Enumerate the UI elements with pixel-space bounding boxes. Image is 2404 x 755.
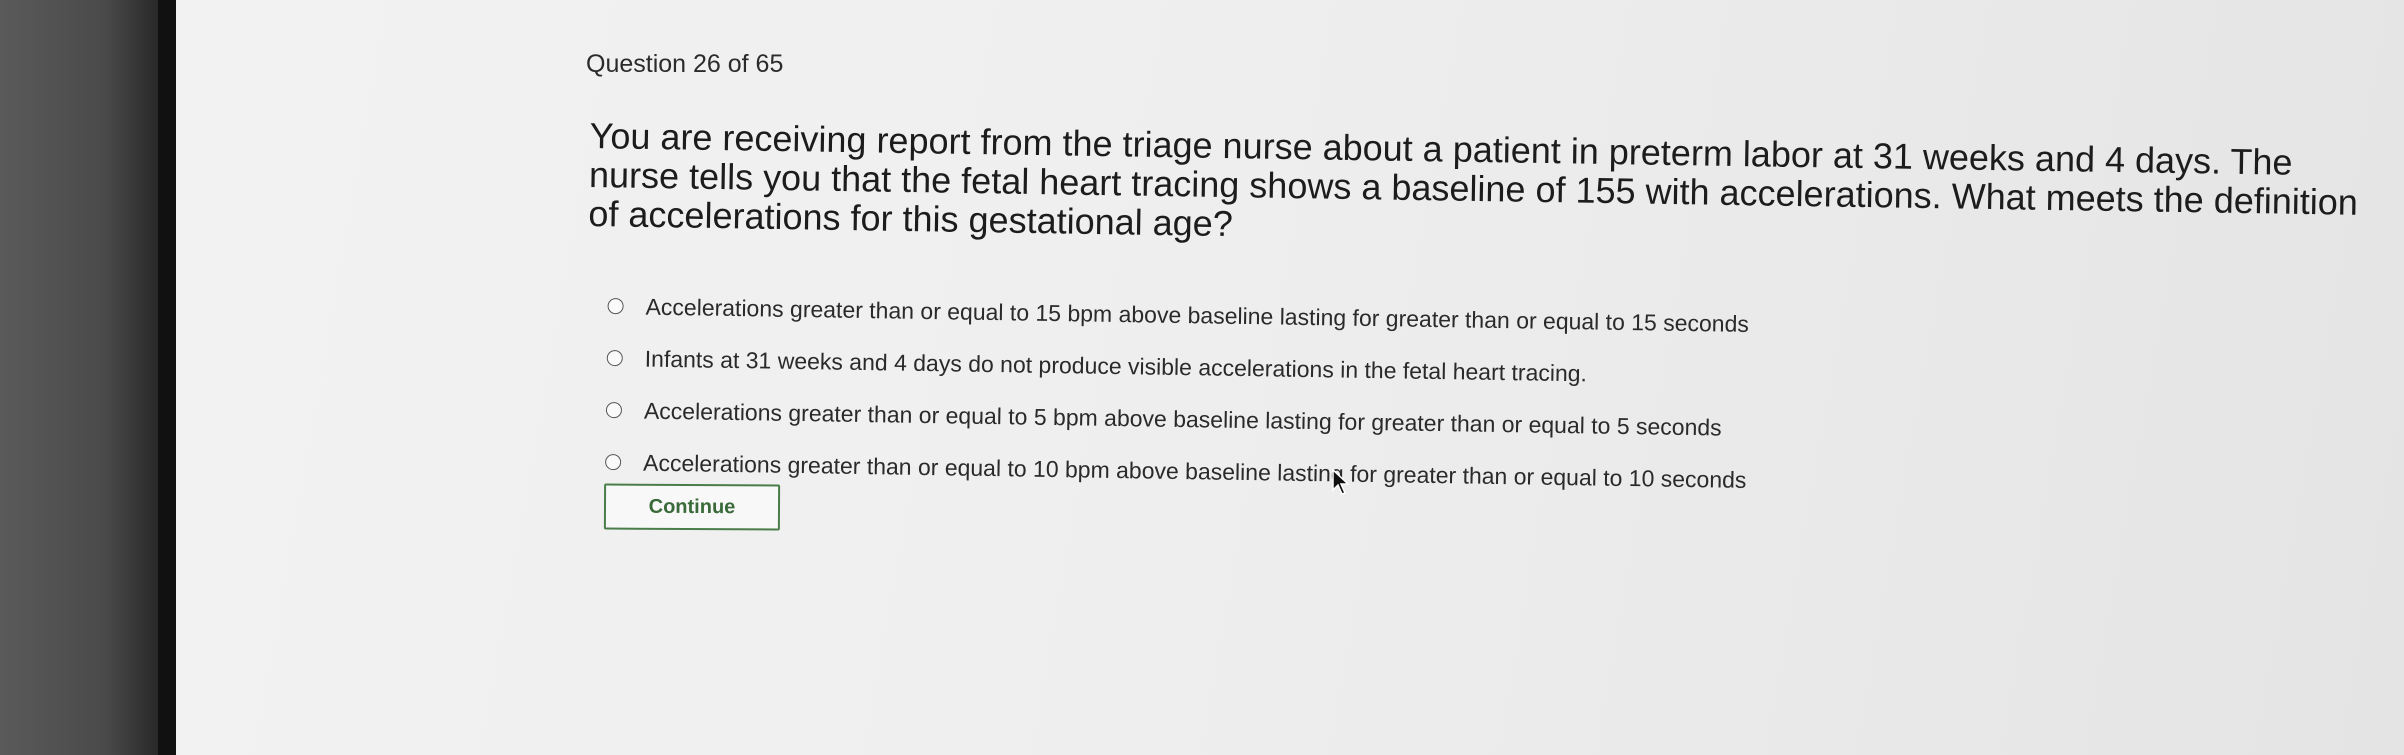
monitor-bezel: [0, 0, 175, 755]
radio-button[interactable]: [605, 401, 623, 419]
continue-button[interactable]: Continue: [603, 483, 781, 531]
answer-options: Accelerations greater than or equal to 1…: [605, 280, 2328, 515]
answer-option-label: Accelerations greater than or equal to 1…: [645, 293, 1750, 337]
question-counter: Question 26 of 65: [586, 50, 784, 78]
answer-option-label: Accelerations greater than or equal to 1…: [642, 449, 1747, 493]
radio-button[interactable]: [607, 297, 624, 315]
screen: Question 26 of 65 You are receiving repo…: [158, 0, 2404, 755]
mouse-pointer-icon: [1332, 468, 1350, 495]
answer-option-label: Infants at 31 weeks and 4 days do not pr…: [644, 345, 1588, 386]
question-text: You are receiving report from the triage…: [588, 115, 2359, 245]
radio-button[interactable]: [605, 453, 622, 471]
answer-option-label: Accelerations greater than or equal to 5…: [643, 397, 1722, 441]
radio-button[interactable]: [606, 349, 623, 367]
